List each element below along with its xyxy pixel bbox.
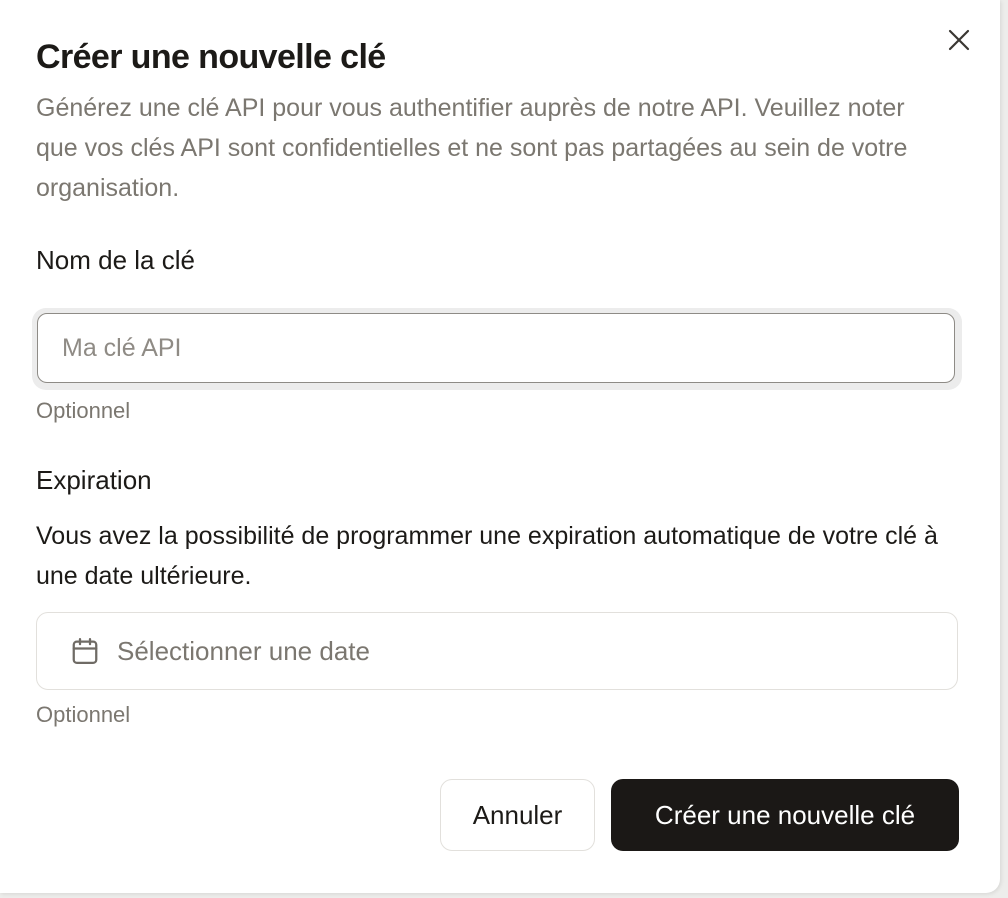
expiration-label: Expiration <box>36 465 152 495</box>
create-key-dialog: Créer une nouvelle clé Générez une clé A… <box>0 0 1000 893</box>
expiration-hint: Optionnel <box>36 702 131 727</box>
close-button[interactable] <box>943 24 975 56</box>
dialog-description: Générez une clé API pour vous authentifi… <box>36 94 908 202</box>
calendar-icon <box>69 635 101 667</box>
key-name-input[interactable] <box>37 313 955 383</box>
key-name-hint: Optionnel <box>36 398 131 423</box>
create-key-button[interactable]: Créer une nouvelle clé <box>611 779 959 851</box>
cancel-button[interactable]: Annuler <box>440 779 595 851</box>
date-picker-placeholder: Sélectionner une date <box>117 635 370 666</box>
key-name-input-focus-ring <box>32 308 962 390</box>
date-picker-button[interactable]: Sélectionner une date <box>36 612 958 690</box>
key-name-label: Nom de la clé <box>36 245 195 275</box>
expiration-description: Vous avez la possibilité de programmer u… <box>36 522 938 590</box>
close-icon <box>947 28 971 52</box>
dialog-title: Créer une nouvelle clé <box>36 38 386 76</box>
